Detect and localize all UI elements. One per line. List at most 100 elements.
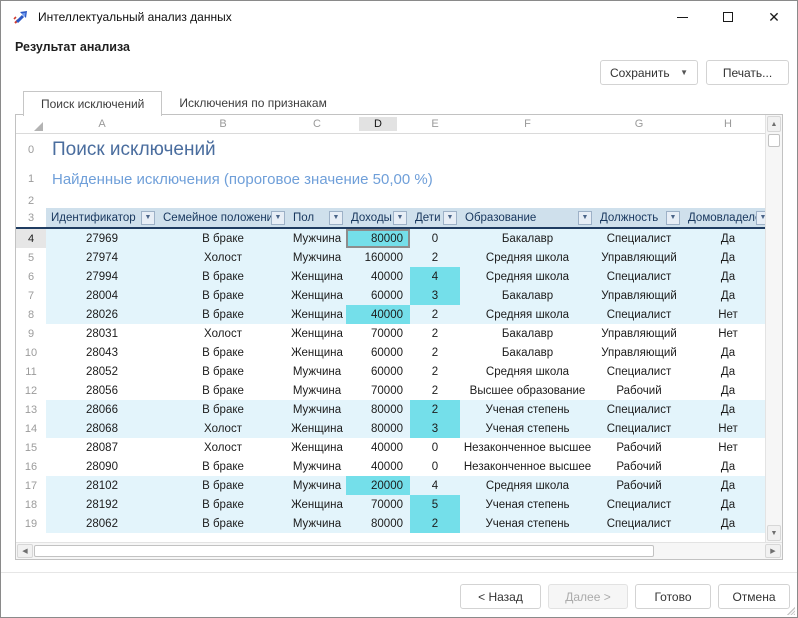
row-number[interactable]: 14	[16, 419, 46, 438]
column-header-g[interactable]: G	[595, 115, 683, 134]
row-number[interactable]: 9	[16, 324, 46, 343]
scroll-up-icon[interactable]: ▲	[767, 116, 781, 132]
table-cell[interactable]: Женщина	[288, 343, 346, 362]
save-button[interactable]: Сохранить ▼	[600, 60, 698, 85]
table-cell[interactable]: 70000	[346, 495, 410, 514]
row-number[interactable]: 7	[16, 286, 46, 305]
table-cell[interactable]: В браке	[158, 286, 288, 305]
row-number[interactable]: 11	[16, 362, 46, 381]
table-cell[interactable]: Незаконченное высшее	[460, 438, 595, 457]
back-button[interactable]: < Назад	[460, 584, 541, 609]
table-cell[interactable]: 40000	[346, 457, 410, 476]
table-cell[interactable]: 70000	[346, 381, 410, 400]
table-cell[interactable]: 60000	[346, 362, 410, 381]
table-cell[interactable]: Высшее образование	[460, 381, 595, 400]
resize-grip[interactable]	[787, 607, 795, 615]
table-cell[interactable]: Да	[683, 514, 765, 533]
table-cell[interactable]: 0	[410, 438, 460, 457]
table-cell[interactable]: 40000	[346, 267, 410, 286]
table-cell[interactable]: Специалист	[595, 400, 683, 419]
scroll-right-icon[interactable]: ▶	[765, 544, 781, 558]
table-header-cell[interactable]: Семейное положение▼	[158, 208, 288, 227]
table-cell[interactable]: Да	[683, 248, 765, 267]
table-cell[interactable]: Средняя школа	[460, 248, 595, 267]
table-cell[interactable]: Специалист	[595, 362, 683, 381]
table-cell[interactable]: 80000	[346, 229, 410, 248]
table-header-cell[interactable]: Идентификатор▼	[46, 208, 158, 227]
table-cell[interactable]: Женщина	[288, 324, 346, 343]
table-cell[interactable]: Да	[683, 267, 765, 286]
table-cell[interactable]: 0	[410, 229, 460, 248]
table-cell[interactable]: 2	[410, 248, 460, 267]
table-cell[interactable]: Рабочий	[595, 381, 683, 400]
vertical-scrollbar[interactable]: ▲ ▼	[765, 115, 782, 542]
table-cell[interactable]: В браке	[158, 229, 288, 248]
table-cell[interactable]: 28102	[46, 476, 158, 495]
filter-button[interactable]: ▼	[329, 211, 343, 225]
table-cell[interactable]: Ученая степень	[460, 419, 595, 438]
table-cell[interactable]: Средняя школа	[460, 267, 595, 286]
table-cell[interactable]: 28087	[46, 438, 158, 457]
table-header-cell[interactable]: Образование▼	[460, 208, 595, 227]
table-cell[interactable]: 27974	[46, 248, 158, 267]
maximize-button[interactable]	[705, 1, 751, 33]
row-number[interactable]: 2	[16, 193, 46, 208]
table-cell[interactable]: Специалист	[595, 514, 683, 533]
table-cell[interactable]: Мужчина	[288, 248, 346, 267]
table-cell[interactable]: 0	[410, 457, 460, 476]
table-cell[interactable]: Женщина	[288, 419, 346, 438]
horizontal-scrollbar[interactable]: ◀ ▶	[16, 542, 782, 559]
row-number[interactable]: 16	[16, 457, 46, 476]
table-cell[interactable]: В браке	[158, 495, 288, 514]
table-cell[interactable]: Да	[683, 381, 765, 400]
scroll-left-icon[interactable]: ◀	[17, 544, 33, 558]
table-cell[interactable]: Мужчина	[288, 514, 346, 533]
table-cell[interactable]: 4	[410, 476, 460, 495]
select-all-corner[interactable]	[16, 115, 46, 134]
table-cell[interactable]: Да	[683, 400, 765, 419]
table-cell[interactable]: Мужчина	[288, 229, 346, 248]
print-button[interactable]: Печать...	[706, 60, 789, 85]
table-cell[interactable]: Мужчина	[288, 457, 346, 476]
table-cell[interactable]: Да	[683, 229, 765, 248]
table-cell[interactable]: Бакалавр	[460, 286, 595, 305]
filter-button[interactable]: ▼	[578, 211, 592, 225]
table-cell[interactable]: Ученая степень	[460, 400, 595, 419]
table-cell[interactable]: Специалист	[595, 267, 683, 286]
table-cell[interactable]: Специалист	[595, 419, 683, 438]
table-cell[interactable]: Мужчина	[288, 381, 346, 400]
table-cell[interactable]: 28056	[46, 381, 158, 400]
table-cell[interactable]: 4	[410, 267, 460, 286]
column-header-c[interactable]: C	[288, 115, 346, 134]
table-cell[interactable]: Да	[683, 343, 765, 362]
cancel-button[interactable]: Отмена	[718, 584, 790, 609]
table-cell[interactable]: Рабочий	[595, 438, 683, 457]
table-cell[interactable]: Рабочий	[595, 476, 683, 495]
row-number[interactable]: 4	[16, 229, 46, 248]
table-cell[interactable]: Нет	[683, 305, 765, 324]
row-number[interactable]: 18	[16, 495, 46, 514]
row-number[interactable]: 0	[16, 134, 46, 165]
table-cell[interactable]: Мужчина	[288, 476, 346, 495]
table-cell[interactable]: Специалист	[595, 495, 683, 514]
vertical-scrollbar-thumb[interactable]	[768, 134, 780, 147]
table-cell[interactable]: Женщина	[288, 305, 346, 324]
table-cell[interactable]: 3	[410, 419, 460, 438]
table-cell[interactable]: В браке	[158, 514, 288, 533]
table-cell[interactable]: 2	[410, 400, 460, 419]
table-cell[interactable]: 160000	[346, 248, 410, 267]
table-cell[interactable]: 40000	[346, 438, 410, 457]
row-number[interactable]: 8	[16, 305, 46, 324]
table-cell[interactable]: 2	[410, 343, 460, 362]
table-cell[interactable]: В браке	[158, 457, 288, 476]
row-number[interactable]: 15	[16, 438, 46, 457]
table-cell[interactable]: 2	[410, 362, 460, 381]
table-cell[interactable]: 28026	[46, 305, 158, 324]
table-cell[interactable]: 80000	[346, 514, 410, 533]
table-cell[interactable]: Управляющий	[595, 324, 683, 343]
table-cell[interactable]: 28031	[46, 324, 158, 343]
horizontal-scrollbar-thumb[interactable]	[34, 545, 654, 557]
table-cell[interactable]: В браке	[158, 267, 288, 286]
table-header-cell[interactable]: Доходы▼	[346, 208, 410, 227]
table-cell[interactable]: 40000	[346, 305, 410, 324]
